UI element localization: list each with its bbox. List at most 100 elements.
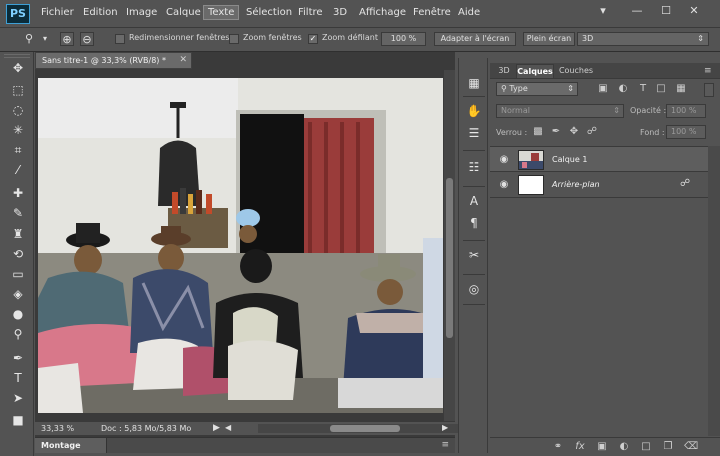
magic-wand-tool-icon[interactable]: ✳	[10, 122, 26, 138]
menu-selection[interactable]: Sélection	[246, 7, 292, 18]
3d-panel-icon[interactable]: ◎	[465, 280, 483, 298]
healing-brush-tool-icon[interactable]: ✚	[10, 185, 26, 201]
eye-icon[interactable]: ◉	[498, 179, 510, 191]
resize-windows-checkbox[interactable]	[115, 34, 125, 44]
move-tool-icon[interactable]: ✥	[10, 60, 26, 76]
chevron-down-icon: ⇕	[567, 84, 574, 93]
close-icon[interactable]: ✕	[179, 53, 187, 68]
zoom-in-icon[interactable]: ⊕	[60, 32, 74, 46]
lock-all-icon[interactable]: ☍	[586, 126, 598, 138]
menu-texte[interactable]: Texte	[203, 5, 240, 20]
eye-icon[interactable]: ◉	[498, 154, 510, 166]
tab-calques[interactable]: Calques	[516, 64, 554, 78]
menu-aide[interactable]: Aide	[458, 7, 480, 18]
lasso-tool-icon[interactable]: ◌	[10, 102, 26, 118]
zoom-level-field[interactable]: 33,33 %	[41, 424, 74, 433]
character-panel-icon[interactable]: A	[465, 192, 483, 210]
workspace-menu-icon[interactable]: ▾	[596, 4, 610, 18]
montage-tab[interactable]: Montage	[35, 438, 107, 453]
crop-tool-icon[interactable]: ⌗	[10, 142, 26, 158]
eyedropper-tool-icon[interactable]: ⁄	[10, 162, 26, 178]
tab-couches[interactable]: Couches	[556, 64, 596, 78]
horizontal-scroll-thumb[interactable]	[330, 425, 400, 432]
toolbar-grip[interactable]	[4, 54, 30, 58]
tool-preset-chevron-down-icon[interactable]: ▾	[38, 32, 52, 46]
filter-adjustment-icon[interactable]: ◐	[617, 83, 629, 95]
vertical-scroll-thumb[interactable]	[446, 178, 453, 338]
document-tab[interactable]: Sans titre-1 @ 33,3% (RVB/8) * ✕	[35, 52, 192, 69]
menu-3d[interactable]: 3D	[333, 7, 347, 18]
menu-affichage[interactable]: Affichage	[359, 7, 406, 18]
shape-tool-icon[interactable]: ■	[10, 412, 26, 428]
panel-menu-icon[interactable]: ≡	[441, 440, 449, 450]
type-tool-icon[interactable]: T	[10, 370, 26, 386]
layer-row-arriere-plan[interactable]: ◉ Arrière-plan ☍	[490, 172, 708, 198]
scrubby-zoom-checkbox[interactable]: ✓	[308, 34, 318, 44]
blend-mode-select[interactable]: Normal ⇕	[496, 104, 624, 118]
zoom-all-windows-checkbox[interactable]	[229, 34, 239, 44]
menu-fenetre[interactable]: Fenêtre	[413, 7, 451, 18]
maximize-icon[interactable]: ☐	[659, 4, 673, 18]
fill-field[interactable]: 100 %	[666, 125, 706, 139]
fill-label: Fond :	[640, 128, 665, 137]
adjustment-layer-icon[interactable]: ◐	[618, 441, 630, 453]
layer-filter-select[interactable]: ⚲ Type ⇕	[496, 82, 578, 96]
paragraph-panel-icon[interactable]: ¶	[465, 214, 483, 232]
trash-icon[interactable]: ⌫	[684, 441, 698, 453]
pen-tool-icon[interactable]: ✒	[10, 350, 26, 366]
history-panel-icon[interactable]: ▦	[465, 74, 483, 92]
lock-image-icon[interactable]: ✒	[550, 126, 562, 138]
brush-preset-panel-icon[interactable]: ✋	[465, 102, 483, 120]
filter-toggle[interactable]	[704, 83, 714, 97]
fit-screen-button[interactable]: Adapter à l'écran	[434, 32, 516, 46]
menu-filtre[interactable]: Filtre	[298, 7, 323, 18]
lock-transparency-icon[interactable]: ▩	[532, 126, 544, 138]
scroll-left-icon[interactable]: ◀	[225, 423, 231, 432]
filter-smart-object-icon[interactable]: ▦	[675, 83, 687, 95]
tools-presets-panel-icon[interactable]: ✂	[465, 246, 483, 264]
filter-shape-icon[interactable]: □	[655, 83, 667, 95]
tools-panel: ✥ ⬚ ◌ ✳ ⌗ ⁄ ✚ ✎ ♜ ⟲ ▭ ◈ ● ⚲ ✒ T ➤ ■	[0, 52, 34, 456]
brush-tool-icon[interactable]: ✎	[10, 205, 26, 221]
properties-panel-icon[interactable]: ☷	[465, 158, 483, 176]
image-canvas[interactable]	[38, 78, 443, 413]
mask-icon[interactable]: ▣	[596, 441, 608, 453]
menu-edition[interactable]: Edition	[83, 7, 118, 18]
link-icon[interactable]: ⚭	[552, 441, 564, 453]
clone-stamp-tool-icon[interactable]: ♜	[10, 226, 26, 242]
path-selection-tool-icon[interactable]: ➤	[10, 390, 26, 406]
status-menu-arrow-icon[interactable]: ▶	[213, 423, 220, 433]
zoom-icon[interactable]: ⚲	[22, 32, 36, 46]
opacity-value: 100 %	[671, 106, 697, 115]
opacity-field[interactable]: 100 %	[666, 104, 706, 118]
zoom-out-icon[interactable]: ⊖	[80, 32, 94, 46]
menu-fichier[interactable]: Fichier	[41, 7, 74, 18]
menu-image[interactable]: Image	[126, 7, 157, 18]
fx-icon[interactable]: fx	[574, 441, 586, 453]
layer-row-calque-1[interactable]: ◉ Calque 1	[490, 146, 708, 172]
workspace-select[interactable]: 3D ⇕	[577, 32, 709, 46]
layers-scrollbar[interactable]	[708, 146, 720, 436]
eraser-tool-icon[interactable]: ▭	[10, 266, 26, 282]
group-icon[interactable]: □	[640, 441, 652, 453]
close-icon[interactable]: ✕	[687, 4, 701, 18]
menu-calque[interactable]: Calque	[166, 7, 201, 18]
adjustments-panel-icon[interactable]: ☰	[465, 124, 483, 142]
paint-bucket-tool-icon[interactable]: ◈	[10, 286, 26, 302]
blur-tool-icon[interactable]: ●	[10, 306, 26, 322]
scroll-right-icon[interactable]: ▶	[442, 423, 448, 432]
percent-100-button[interactable]: 100 %	[381, 32, 426, 46]
tab-3d[interactable]: 3D	[494, 64, 514, 78]
resize-windows-label: Redimensionner fenêtres	[129, 33, 230, 42]
marquee-tool-icon[interactable]: ⬚	[10, 82, 26, 98]
new-layer-icon[interactable]: ❐	[662, 441, 674, 453]
history-brush-tool-icon[interactable]: ⟲	[10, 246, 26, 262]
dodge-tool-icon[interactable]: ⚲	[10, 326, 26, 342]
lock-position-icon[interactable]: ✥	[568, 126, 580, 138]
fill-screen-button[interactable]: Plein écran	[523, 32, 575, 46]
panel-menu-icon[interactable]: ≡	[704, 66, 712, 76]
minimize-icon[interactable]: —	[630, 4, 644, 18]
filter-pixel-icon[interactable]: ▣	[597, 83, 609, 95]
vertical-scrollbar[interactable]	[444, 70, 455, 422]
filter-type-icon[interactable]: T	[637, 83, 649, 95]
